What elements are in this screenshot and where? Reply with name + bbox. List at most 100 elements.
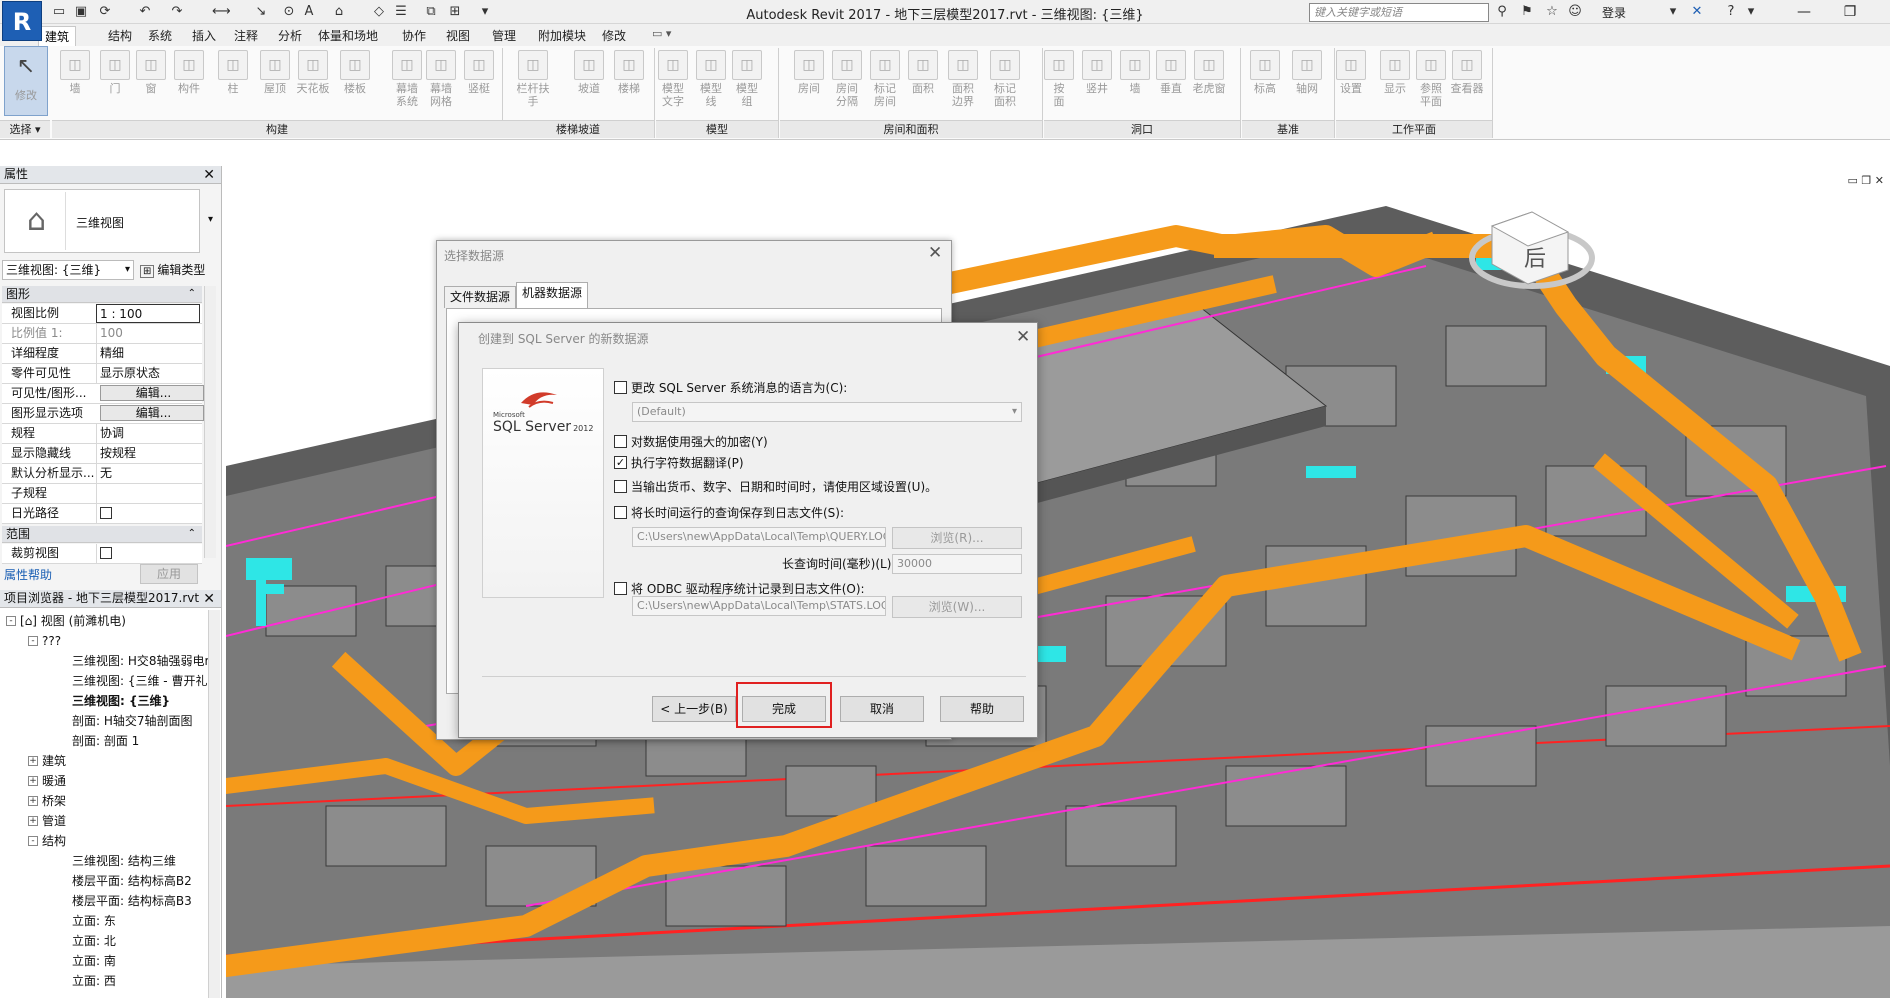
ribbon-tool-9[interactable]: ◫ 幕墙 网格	[422, 48, 460, 118]
login-link[interactable]: 登录	[1602, 4, 1626, 21]
tab-4[interactable]: 注释	[228, 26, 264, 46]
ribbon-tool-18[interactable]: ◫ 房间 分隔	[828, 48, 866, 118]
ribbon-tool-15[interactable]: ◫ 模型 线	[692, 48, 730, 118]
select-panel-label[interactable]: 选择 ▾	[0, 120, 50, 138]
ribbon-tool-0[interactable]: ◫ 墙	[56, 48, 94, 118]
checkbox-checked[interactable]: ✓	[614, 456, 627, 469]
app-menu-button[interactable]: R	[2, 1, 42, 41]
checkbox[interactable]	[614, 381, 627, 394]
ribbon-tool-7[interactable]: ◫ 楼板	[336, 48, 374, 118]
ribbon-tool-24[interactable]: ◫ 竖井	[1078, 48, 1116, 118]
tab-machine-datasource[interactable]: 机器数据源	[516, 282, 589, 308]
tab-9[interactable]: 管理	[486, 26, 522, 46]
collapse-icon[interactable]: -	[6, 615, 16, 626]
category-extents[interactable]: 范围 ⌃	[2, 526, 202, 543]
prop-row[interactable]: 详细程度 精细	[2, 344, 202, 364]
ribbon-tool-30[interactable]: ◫ 设置	[1332, 48, 1370, 118]
browser-tree-node[interactable]: + 暖通	[28, 772, 66, 791]
minimize-icon[interactable]: —	[1786, 2, 1822, 22]
opt-long-query-log[interactable]: 将长时间运行的查询保存到日志文件(S):	[614, 504, 844, 521]
ribbon-tool-27[interactable]: ◫ 老虎窗	[1190, 48, 1228, 118]
browser-tree-node[interactable]: 立面: 北	[50, 932, 116, 951]
tab-11[interactable]: 修改	[596, 26, 632, 46]
category-graphics[interactable]: 图形 ⌃	[2, 286, 202, 303]
prop-value[interactable]: 无	[96, 464, 200, 483]
prop-value[interactable]: 精细	[96, 344, 200, 363]
tab-10[interactable]: 附加模块	[532, 26, 592, 46]
cancel-button[interactable]: 取消	[840, 696, 924, 722]
checkbox[interactable]	[614, 506, 627, 519]
ribbon-tool-10[interactable]: ◫ 竖梃	[460, 48, 498, 118]
browser-tree-node[interactable]: + 桥架	[28, 792, 66, 811]
browser-tree-node[interactable]: - [⌂] 视图 (前濉机电)	[6, 612, 126, 631]
prop-row[interactable]: 日光路径	[2, 504, 202, 524]
tab-1[interactable]: 结构	[102, 26, 138, 46]
ribbon-tool-5[interactable]: ◫ 屋顶	[256, 48, 294, 118]
modify-button[interactable]: ↖ 修改	[4, 46, 48, 116]
ribbon-tool-1[interactable]: ◫ 门	[96, 48, 134, 118]
prop-row[interactable]: 默认分析显示... 无	[2, 464, 202, 484]
ribbon-tool-32[interactable]: ◫ 参照 平面	[1412, 48, 1450, 118]
ribbon-tool-14[interactable]: ◫ 模型 文字	[654, 48, 692, 118]
stats-log-path-input[interactable]: C:\Users\new\AppData\Local\Temp\STATS.LO…	[632, 596, 886, 616]
prop-row[interactable]: 显示隐藏线 按规程	[2, 444, 202, 464]
ribbon-tool-23[interactable]: ◫ 按 面	[1040, 48, 1078, 118]
browser-tree-node[interactable]: 三维视图: H交8轴强弱电r	[50, 652, 209, 671]
browser-tree-node[interactable]: + 建筑	[28, 752, 66, 771]
collapse-icon[interactable]: ⌃	[188, 526, 196, 542]
properties-scrollbar[interactable]	[204, 286, 216, 558]
prop-row-crop[interactable]: 裁剪视图	[2, 544, 202, 564]
tab-0[interactable]: 建筑	[38, 26, 77, 47]
tab-file-datasource[interactable]: 文件数据源	[444, 286, 517, 308]
prop-value[interactable]: 显示原状态	[96, 364, 200, 383]
favorites-icon[interactable]: ☆	[1543, 3, 1561, 21]
opt-char-translation[interactable]: ✓ 执行字符数据翻译(P)	[614, 454, 744, 471]
opt-strong-encryption[interactable]: 对数据使用强大的加密(Y)	[614, 433, 768, 450]
browse-query-log-button[interactable]: 浏览(R)...	[892, 527, 1022, 549]
properties-help-link[interactable]: 属性帮助	[4, 566, 52, 583]
checkbox[interactable]	[614, 435, 627, 448]
back-button[interactable]: < 上一步(B)	[652, 696, 736, 722]
browser-tree-node[interactable]: 三维视图: 结构三维	[50, 852, 176, 871]
instance-selector[interactable]: 三维视图: {三维} ▾	[2, 260, 134, 280]
browser-tree-node[interactable]: 楼层平面: 结构标高B2	[50, 872, 192, 891]
browser-tree-node[interactable]: 剖面: 剖面 1	[50, 732, 139, 751]
browser-tree-node[interactable]: 立面: 南	[50, 952, 116, 971]
collapse-icon[interactable]: -	[28, 635, 38, 646]
finish-button[interactable]: 完成	[742, 696, 826, 722]
close-icon[interactable]: ✕	[203, 167, 215, 184]
ribbon-tool-3[interactable]: ◫ 构件	[170, 48, 208, 118]
tab-2[interactable]: 系统	[142, 26, 178, 46]
binoculars-icon[interactable]: ⚲	[1493, 3, 1511, 21]
checkbox[interactable]	[100, 546, 112, 559]
browser-tree-node[interactable]: 三维视图: {三维}	[50, 692, 170, 711]
tab-7[interactable]: 协作	[396, 26, 432, 46]
close-icon[interactable]: ✕	[203, 591, 215, 608]
prop-value[interactable]: 协调	[96, 424, 200, 443]
ribbon-tool-25[interactable]: ◫ 墙	[1116, 48, 1154, 118]
ribbon-tool-12[interactable]: ◫ 坡道	[570, 48, 608, 118]
ribbon-tool-26[interactable]: ◫ 垂直	[1152, 48, 1190, 118]
browser-tree-node[interactable]: 剖面: H轴交7轴剖面图	[50, 712, 193, 731]
checkbox[interactable]	[614, 582, 627, 595]
browser-tree-node[interactable]: - 结构	[28, 832, 66, 851]
long-query-time-input[interactable]: 30000	[892, 554, 1022, 574]
opt-odbc-stats-log[interactable]: 将 ODBC 驱动程序统计记录到日志文件(O):	[614, 580, 865, 597]
prop-value[interactable]: 1 : 100	[96, 304, 200, 323]
collapse-icon[interactable]: -	[28, 835, 38, 846]
tab-6[interactable]: 体量和场地	[312, 26, 384, 46]
ribbon-tool-20[interactable]: ◫ 面积	[904, 48, 942, 118]
prop-value[interactable]: 按规程	[96, 444, 200, 463]
query-log-path-input[interactable]: C:\Users\new\AppData\Local\Temp\QUERY.LO…	[632, 527, 886, 547]
ribbon-tool-11[interactable]: ◫ 栏杆扶手	[514, 48, 552, 118]
tab-3[interactable]: 插入	[186, 26, 222, 46]
ribbon-tool-22[interactable]: ◫ 标记 面积	[986, 48, 1024, 118]
exchange-apps-icon[interactable]: ✕	[1688, 3, 1706, 21]
prop-value[interactable]	[96, 484, 200, 503]
ribbon-tool-31[interactable]: ◫ 显示	[1376, 48, 1414, 118]
prop-value[interactable]	[96, 544, 200, 563]
browser-tree-node[interactable]: 楼层平面: 结构标高B3	[50, 892, 192, 911]
edit-button[interactable]: 编辑...	[100, 385, 204, 401]
opt-regional-settings[interactable]: 当输出货币、数字、日期和时间时，请使用区域设置(U)。	[614, 478, 937, 495]
browser-tree-node[interactable]: 立面: 东	[50, 912, 116, 931]
